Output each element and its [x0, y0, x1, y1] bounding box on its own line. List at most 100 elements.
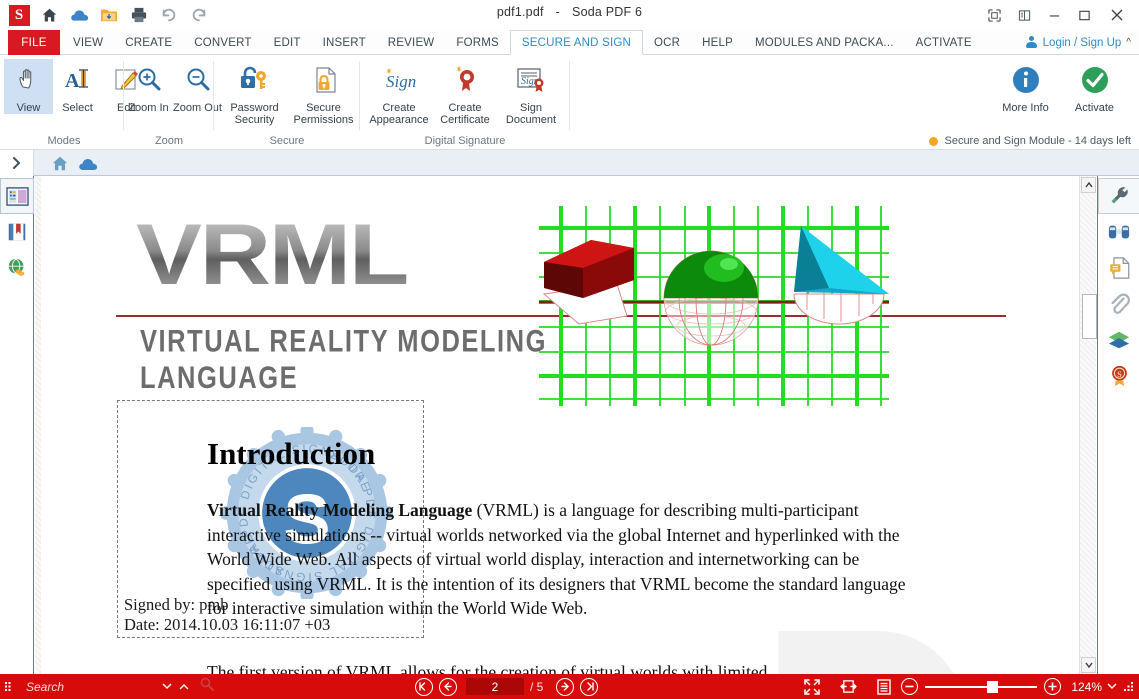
title-bar: S pdf1.pdf - Soda PDF 6: [0, 0, 1139, 30]
window-controls: [979, 0, 1135, 30]
tab-file[interactable]: FILE: [8, 30, 60, 55]
more-info-button[interactable]: More Info: [991, 59, 1060, 114]
cloud-tab-icon[interactable]: [76, 153, 100, 175]
zoom-in-button[interactable]: Zoom In: [124, 59, 173, 114]
rightbar-item-attachments[interactable]: [1098, 286, 1139, 322]
secure-permissions-button[interactable]: Secure Permissions: [289, 59, 358, 126]
tab-create[interactable]: CREATE: [114, 30, 183, 55]
next-page-button[interactable]: [556, 677, 575, 696]
left-sidebar: [0, 176, 34, 674]
document-paragraph-1: Virtual Reality Modeling Language (VRML)…: [207, 498, 919, 621]
fit-width-button[interactable]: [835, 679, 861, 694]
tab-modules-and-packages[interactable]: MODULES AND PACKA...: [744, 30, 905, 55]
sidebar-item-links[interactable]: [0, 250, 34, 286]
activate-label: Activate: [1074, 102, 1115, 114]
previous-page-button[interactable]: [438, 677, 457, 696]
zoom-track[interactable]: [925, 680, 1038, 693]
rightbar-item-stamps[interactable]: S: [1098, 358, 1139, 394]
ribbon: View A Select Edit Modes Zoom In Zoom Ou…: [0, 55, 1139, 150]
sidebar-toggle-button[interactable]: [0, 150, 34, 176]
tab-activate[interactable]: ACTIVATE: [905, 30, 983, 55]
certificate-seal-icon: [448, 62, 482, 98]
right-sidebar: S: [1097, 176, 1139, 674]
document-vertical-scrollbar[interactable]: [1079, 176, 1097, 674]
maximize-icon[interactable]: [1069, 2, 1099, 28]
home-tab-icon[interactable]: [48, 153, 72, 175]
scroll-up-button[interactable]: [1081, 177, 1096, 193]
login-signup-button[interactable]: Login / Sign Up ^: [1025, 30, 1131, 55]
zoom-slider-control[interactable]: [901, 678, 1062, 695]
ribbon-group-secure-label: Secure: [269, 135, 305, 147]
restore-layout-icon[interactable]: [979, 2, 1009, 28]
tab-convert[interactable]: CONVERT: [183, 30, 262, 55]
tab-ocr[interactable]: OCR: [643, 30, 691, 55]
search-field[interactable]: Search: [18, 680, 168, 694]
title-dash: -: [555, 5, 561, 19]
scroll-down-button[interactable]: [1081, 657, 1096, 673]
window-title: pdf1.pdf - Soda PDF 6: [0, 5, 1139, 19]
fullscreen-button[interactable]: [799, 678, 825, 695]
grip-dots-icon[interactable]: [0, 682, 18, 691]
view-tool-label: View: [16, 102, 41, 114]
tab-review[interactable]: REVIEW: [377, 30, 446, 55]
vrml-logo: VRML VIRTUAL REALITY MODELING LANGUAGE: [116, 212, 1006, 395]
document-viewport[interactable]: VRML VIRTUAL REALITY MODELING LANGUAGE S…: [35, 176, 1096, 674]
sidebar-item-bookmarks[interactable]: [0, 214, 34, 250]
more-info-label: More Info: [1002, 102, 1049, 114]
rightbar-item-layers[interactable]: [1098, 322, 1139, 358]
tab-help[interactable]: HELP: [691, 30, 744, 55]
minimize-icon[interactable]: [1039, 2, 1069, 28]
close-icon[interactable]: [1099, 2, 1135, 28]
password-security-button[interactable]: Password Security: [220, 59, 289, 126]
sign-document-button[interactable]: Sign Sign Document: [498, 59, 564, 126]
rightbar-item-tools[interactable]: [1098, 178, 1139, 214]
zoom-dropdown-icon[interactable]: [1107, 682, 1117, 692]
select-tool-label: Select: [62, 102, 93, 114]
magnifier-plus-icon: [134, 62, 164, 98]
signed-document-icon: Sign: [513, 62, 549, 98]
fit-page-button[interactable]: [871, 678, 897, 695]
rightbar-item-comments[interactable]: [1098, 250, 1139, 286]
scrollbar-thumb[interactable]: [1082, 294, 1097, 339]
locked-document-icon: [308, 62, 340, 98]
zoom-out-button[interactable]: [901, 678, 919, 695]
vrml-3d-scene-image: [539, 206, 889, 406]
tab-edit[interactable]: EDIT: [263, 30, 312, 55]
page-number-input[interactable]: 2: [465, 678, 524, 695]
tab-view[interactable]: VIEW: [62, 30, 114, 55]
tab-forms[interactable]: FORMS: [445, 30, 510, 55]
page-count-label: / 5: [529, 679, 544, 694]
vrml-logo-subtitle: VIRTUAL REALITY MODELING LANGUAGE: [140, 324, 547, 396]
app-name: Soda PDF 6: [572, 5, 643, 19]
collapse-ribbon-icon[interactable]: ^: [1126, 37, 1131, 48]
tab-insert[interactable]: INSERT: [312, 30, 377, 55]
pdf-page: VRML VIRTUAL REALITY MODELING LANGUAGE S…: [41, 176, 1096, 674]
hand-icon: [14, 62, 44, 98]
create-appearance-button[interactable]: Sign Create Appearance: [366, 59, 432, 126]
ribbon-group-digital-signature: Sign Create Appearance Create Certificat…: [360, 55, 570, 150]
signature-icon: Sign: [380, 62, 418, 98]
activate-button[interactable]: Activate: [1060, 59, 1129, 114]
zoom-level-label[interactable]: 124%: [1071, 680, 1102, 694]
tab-secure-and-sign[interactable]: SECURE AND SIGN: [509, 30, 643, 55]
search-prev-result-icon[interactable]: [162, 682, 172, 692]
sidebar-item-pages[interactable]: [0, 178, 34, 214]
dual-page-icon[interactable]: [1009, 2, 1039, 28]
search-icon[interactable]: [200, 677, 214, 696]
check-circle-icon: [1079, 62, 1111, 98]
select-tool-button[interactable]: A Select: [53, 59, 102, 114]
padlock-key-icon: [239, 62, 271, 98]
user-icon: [1025, 36, 1038, 49]
svg-text:Sign: Sign: [386, 72, 416, 91]
create-certificate-button[interactable]: Create Certificate: [432, 59, 498, 126]
first-page-button[interactable]: [414, 677, 433, 696]
soda-pdf-window: S pdf1.pdf - Soda PDF 6 FILE VIEW CREATE…: [0, 0, 1139, 699]
last-page-button[interactable]: [580, 677, 599, 696]
zoom-in-button[interactable]: [1044, 678, 1062, 695]
rightbar-item-search[interactable]: [1098, 214, 1139, 250]
ribbon-tabs: VIEW CREATE CONVERT EDIT INSERT REVIEW F…: [62, 30, 983, 55]
search-next-result-icon[interactable]: [179, 682, 189, 692]
resize-grip-icon[interactable]: [1117, 682, 1139, 691]
zoom-knob[interactable]: [987, 680, 999, 693]
view-tool-button[interactable]: View: [4, 59, 53, 114]
